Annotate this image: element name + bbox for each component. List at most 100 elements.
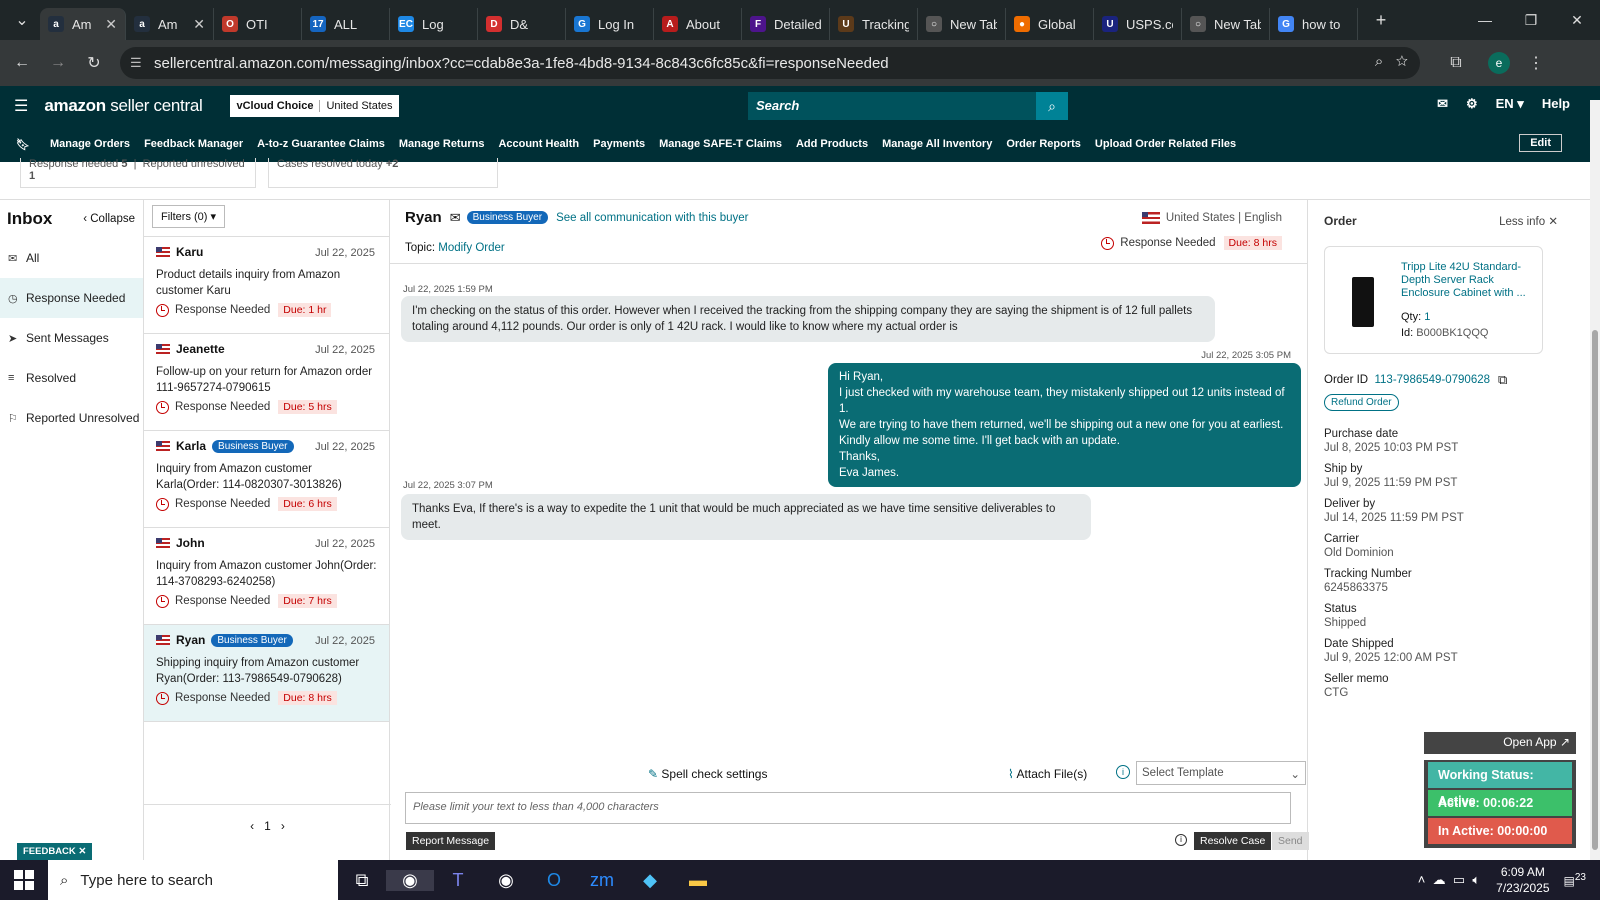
window-close-icon[interactable]: ✕: [1554, 12, 1600, 29]
close-icon[interactable]: ✕: [1548, 216, 1558, 228]
search-box[interactable]: Search ⌕: [748, 92, 1068, 120]
conversation-item[interactable]: Ryan Business Buyer Jul 22, 2025 Shipping i…: [144, 625, 389, 722]
menu-item[interactable]: Feedback Manager: [144, 138, 243, 150]
conversation-item[interactable]: Jeanette Jul 22, 2025 Follow-up on your re…: [144, 334, 389, 431]
restore-icon[interactable]: ❐: [1508, 12, 1554, 29]
outlook-icon[interactable]: O: [530, 870, 578, 891]
open-app-button[interactable]: Open App ↗: [1424, 732, 1576, 754]
see-all-link[interactable]: See all communication with this buyer: [556, 212, 748, 224]
attach-files-link[interactable]: ⌇ Attach File(s): [1008, 767, 1087, 781]
teams-icon[interactable]: T: [434, 870, 482, 891]
search-input[interactable]: Search: [748, 92, 1036, 120]
edit-button[interactable]: Edit: [1519, 134, 1562, 152]
app-diamond-icon[interactable]: ◆: [626, 870, 674, 891]
browser-tab[interactable]: ○ New Tab: [918, 8, 1006, 40]
browser-tab[interactable]: A About: [654, 8, 742, 40]
extensions-icon[interactable]: ⧉: [1438, 54, 1474, 72]
menu-item[interactable]: Account Health: [498, 138, 579, 150]
menu-item[interactable]: Manage Orders: [50, 138, 130, 150]
conversation-item[interactable]: Karla Business Buyer Jul 22, 2025 Inquiry f…: [144, 431, 389, 528]
nav-item[interactable]: ⚐ Reported Unresolved: [0, 398, 143, 438]
back-icon[interactable]: ←: [4, 54, 40, 72]
less-info-button[interactable]: Less info ✕: [1499, 214, 1558, 228]
bookmark-star-icon[interactable]: ☆: [1396, 53, 1408, 70]
menu-item[interactable]: Order Reports: [1006, 138, 1081, 150]
nav-item[interactable]: ✉ All: [0, 238, 143, 278]
menu-item[interactable]: Payments: [593, 138, 645, 150]
site-info-icon[interactable]: ☰: [130, 55, 142, 71]
store-selector[interactable]: vCloud Choice United States: [230, 95, 399, 117]
zoom-icon[interactable]: ⌕: [1375, 53, 1383, 70]
spell-check-link[interactable]: ✎ Spell check settings: [648, 767, 767, 781]
browser-tab[interactable]: O OTI: [214, 8, 302, 40]
next-page-icon[interactable]: ›: [281, 819, 285, 833]
product-title-link[interactable]: Tripp Lite 42U Standard-Depth Server Rac…: [1401, 261, 1535, 300]
topic-link[interactable]: Modify Order: [438, 242, 504, 254]
prev-page-icon[interactable]: ‹: [250, 819, 254, 833]
tray-icons[interactable]: ˄ ☁ ▭ 🔈︎: [1418, 872, 1480, 888]
search-icon[interactable]: ⌕: [1036, 92, 1068, 120]
browser-tab[interactable]: D D&: [478, 8, 566, 40]
menu-item[interactable]: Upload Order Related Files: [1095, 138, 1236, 150]
menu-item[interactable]: A-to-z Guarantee Claims: [257, 138, 385, 150]
language-selector[interactable]: EN ▾: [1496, 96, 1524, 112]
nav-item[interactable]: ◷ Response Needed: [0, 278, 143, 318]
browser-tab[interactable]: ○ New Tab: [1182, 8, 1270, 40]
template-select[interactable]: Select Template ⌄: [1136, 761, 1306, 785]
resolve-case-button[interactable]: Resolve Case: [1194, 832, 1272, 850]
scrollbar-thumb[interactable]: [1592, 330, 1598, 850]
menu-item[interactable]: Manage Returns: [399, 138, 485, 150]
browser-tab[interactable]: a Am ✕: [40, 8, 126, 40]
profile-avatar[interactable]: e: [1488, 52, 1510, 74]
nav-item[interactable]: ≡ Resolved: [0, 358, 143, 398]
file-explorer-icon[interactable]: ▬: [674, 870, 722, 891]
feedback-button[interactable]: FEEDBACK ✕: [17, 843, 93, 860]
url-input[interactable]: ☰ sellercentral.amazon.com/messaging/inb…: [120, 47, 1420, 79]
chrome-taskbar-icon[interactable]: ◉: [386, 869, 434, 891]
copy-icon[interactable]: ⧉: [1498, 372, 1507, 388]
minimize-icon[interactable]: —: [1462, 12, 1508, 28]
menu-item[interactable]: Add Products: [796, 138, 868, 150]
seller-central-logo[interactable]: amazon seller central: [44, 96, 202, 116]
windows-start-icon[interactable]: [14, 870, 34, 890]
zoom-icon[interactable]: zm: [578, 870, 626, 891]
taskbar-search[interactable]: ⌕ Type here to search: [48, 860, 338, 900]
new-tab-icon[interactable]: +: [1358, 10, 1404, 31]
browser-tab[interactable]: EC Log: [390, 8, 478, 40]
browser-tab[interactable]: ● Global: [1006, 8, 1094, 40]
tab-close-icon[interactable]: ✕: [193, 16, 205, 33]
page-number[interactable]: 1: [264, 819, 271, 833]
browser-tab[interactable]: U USPS.com: [1094, 8, 1182, 40]
browser-tab[interactable]: F Detailed: [742, 8, 830, 40]
help-link[interactable]: Help: [1542, 96, 1570, 112]
browser-tab[interactable]: 17 ALL: [302, 8, 390, 40]
forward-icon[interactable]: →: [40, 54, 76, 72]
tab-close-icon[interactable]: ✕: [105, 16, 117, 33]
chrome-profile-icon[interactable]: ◉: [482, 870, 530, 891]
order-id-link[interactable]: 113-7986549-0790628: [1374, 374, 1490, 386]
bookmark-icon[interactable]: 🔖︎: [16, 138, 30, 151]
reload-icon[interactable]: ↻: [76, 53, 112, 73]
report-message-button[interactable]: Report Message: [406, 832, 496, 850]
browser-menu-icon[interactable]: ⋮: [1518, 53, 1554, 73]
info-icon[interactable]: i: [1175, 834, 1187, 846]
menu-item[interactable]: Manage SAFE-T Claims: [659, 138, 782, 150]
envelope-icon[interactable]: ✉: [450, 210, 461, 226]
filters-button[interactable]: Filters (0) ▾: [152, 205, 226, 228]
tab-search-icon[interactable]: ⌄: [4, 10, 40, 30]
conversation-item[interactable]: John Jul 22, 2025 Inquiry from Amazon cust…: [144, 528, 389, 625]
nav-item[interactable]: ➤ Sent Messages: [0, 318, 143, 358]
task-view-icon[interactable]: ⧉: [338, 870, 386, 891]
gear-icon[interactable]: ⚙: [1466, 96, 1478, 112]
collapse-button[interactable]: ‹ Collapse: [83, 213, 135, 225]
hamburger-icon[interactable]: ☰: [14, 96, 28, 116]
mail-icon[interactable]: ✉: [1437, 96, 1448, 112]
browser-tab[interactable]: Ghow to: [1270, 8, 1358, 40]
menu-item[interactable]: Manage All Inventory: [882, 138, 992, 150]
info-icon[interactable]: i: [1116, 765, 1130, 779]
send-button[interactable]: Send: [1272, 832, 1309, 850]
message-input[interactable]: Please limit your text to less than 4,00…: [405, 792, 1291, 824]
browser-tab[interactable]: U Tracking: [830, 8, 918, 40]
refund-order-button[interactable]: Refund Order: [1324, 394, 1399, 411]
browser-tab[interactable]: a Am ✕: [126, 8, 214, 40]
